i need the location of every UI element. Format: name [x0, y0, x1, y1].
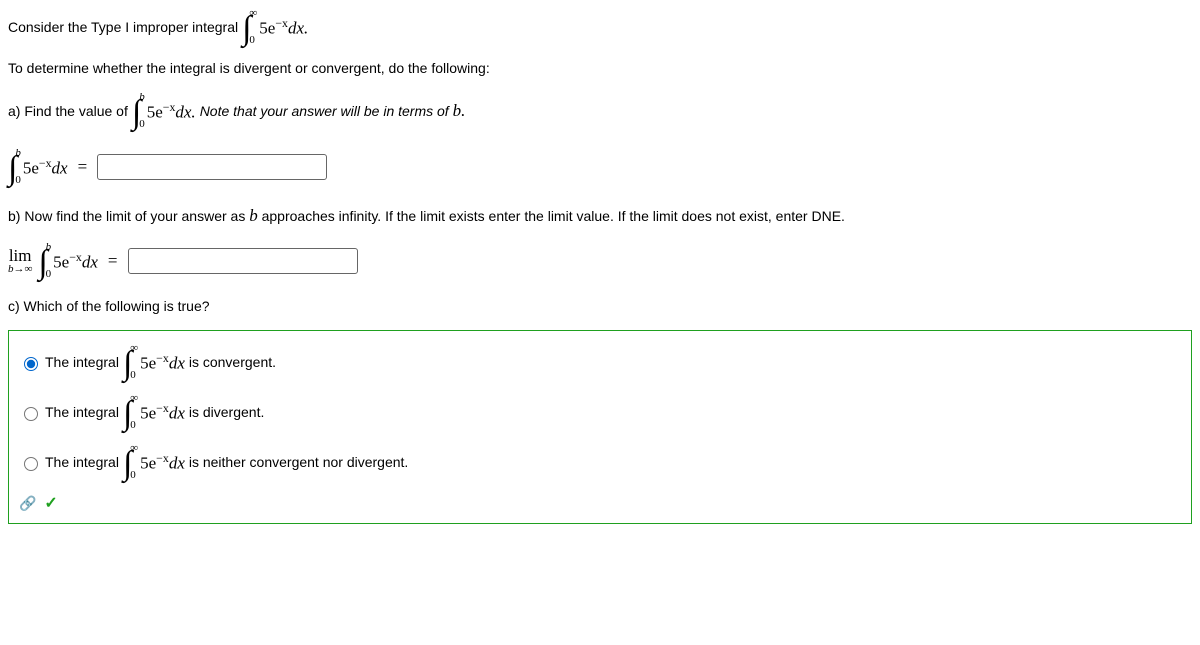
option-suffix: is divergent.: [189, 404, 264, 420]
directive: To determine whether the integral is div…: [8, 60, 1192, 76]
part-b-prompt: b) Now find the limit of your answer as …: [8, 206, 1108, 226]
option-row-0: The integral ∫∞05e−xdx is convergent.: [19, 343, 1181, 381]
option-integral: ∫∞05e−xdx: [123, 393, 185, 431]
limit-notation: lim b→∞: [8, 247, 32, 275]
equals-sign: =: [108, 251, 118, 271]
part-c-answer-box: The integral ∫∞05e−xdx is convergent. Th…: [8, 330, 1192, 524]
integral-sign-icon: ∫: [242, 17, 251, 41]
part-a-input-row: ∫ b 0 5e−xdx =: [8, 148, 1192, 186]
integral-sign-icon: ∫: [123, 352, 132, 376]
option-prefix: The integral: [45, 404, 119, 420]
part-a-integral: ∫ b 0 5e−xdx.: [132, 92, 196, 130]
part-c-prompt: c) Which of the following is true?: [8, 298, 1192, 314]
part-b-answer-input[interactable]: [128, 248, 358, 274]
part-a-note: Note that your answer will be in terms o…: [200, 101, 466, 121]
option-integral: ∫∞05e−xdx: [123, 443, 185, 481]
option-radio-0[interactable]: [24, 357, 38, 371]
part-b-input-row: lim b→∞ ∫ b 0 5e−xdx =: [8, 242, 1192, 280]
permalink-icon[interactable]: 🔗: [19, 495, 36, 511]
option-prefix: The integral: [45, 354, 119, 370]
correct-check-icon: ✓: [44, 495, 57, 512]
option-prefix: The integral: [45, 454, 119, 470]
integral-sign-icon: ∫: [132, 101, 141, 125]
part-a-prompt: a) Find the value of ∫ b 0 5e−xdx. Note …: [8, 92, 1192, 130]
integral-sign-icon: ∫: [8, 157, 17, 181]
option-row-2: The integral ∫∞05e−xdx is neither conver…: [19, 443, 1181, 481]
option-integral: ∫∞05e−xdx: [123, 343, 185, 381]
integral-sign-icon: ∫: [123, 402, 132, 426]
option-radio-1[interactable]: [24, 407, 38, 421]
intro-prefix: Consider the Type I improper integral: [8, 19, 238, 35]
intro-line: Consider the Type I improper integral ∫ …: [8, 8, 1192, 46]
option-radio-2[interactable]: [24, 457, 38, 471]
intro-integral: ∫ ∞ 0 5e−xdx.: [242, 8, 308, 46]
part-a-input-integral: ∫ b 0 5e−xdx: [8, 148, 68, 186]
equals-sign: =: [78, 157, 88, 177]
option-suffix: is convergent.: [189, 354, 276, 370]
integral-sign-icon: ∫: [123, 452, 132, 476]
option-row-1: The integral ∫∞05e−xdx is divergent.: [19, 393, 1181, 431]
option-suffix: is neither convergent nor divergent.: [189, 454, 408, 470]
feedback-row: 🔗 ✓: [19, 493, 1181, 513]
part-a-answer-input[interactable]: [97, 154, 327, 180]
part-b-input-integral: ∫ b 0 5e−xdx: [38, 242, 98, 280]
integral-sign-icon: ∫: [38, 251, 47, 275]
